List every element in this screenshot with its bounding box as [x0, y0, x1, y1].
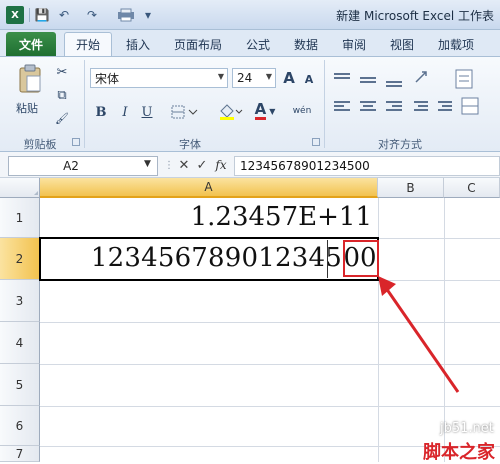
chevron-down-icon[interactable]: ▼ [144, 159, 151, 169]
divider [324, 60, 325, 148]
watermark-site: jb51.net [440, 421, 494, 436]
row-header-5[interactable]: 5 [0, 364, 40, 406]
italic-button[interactable]: I [116, 102, 134, 122]
name-box-value: A2 [63, 159, 79, 173]
redo-icon[interactable]: ↷ [84, 7, 100, 23]
tab-page-layout[interactable]: 页面布局 [166, 32, 230, 56]
row-header-2[interactable]: 2 [0, 238, 40, 280]
row-header-6[interactable]: 6 [0, 406, 40, 446]
grow-font-icon[interactable]: A [280, 68, 298, 88]
format-painter-icon[interactable]: 🖌 [54, 110, 70, 126]
enter-icon[interactable]: ✓ [195, 157, 209, 173]
divider [29, 8, 30, 22]
row-header-7[interactable]: 7 [0, 446, 40, 462]
customize-toolbar-icon[interactable]: ▾ [140, 7, 156, 23]
column-header-a[interactable]: A [40, 178, 378, 198]
row-header-4[interactable]: 4 [0, 322, 40, 364]
tab-addins[interactable]: 加载项 [430, 32, 482, 56]
font-size-value: 24 [237, 71, 253, 85]
quick-print-icon[interactable] [116, 7, 136, 23]
cut-icon[interactable]: ✂ [54, 64, 70, 80]
fill-color-icon[interactable] [216, 102, 246, 122]
save-icon[interactable]: 💾 [34, 7, 50, 23]
undo-icon[interactable]: ↶ [56, 7, 72, 23]
font-color-icon[interactable]: A ▼ [250, 100, 280, 122]
chevron-down-icon: ▼ [217, 72, 224, 81]
cell-a2-value[interactable]: 123456789012345 [42, 243, 342, 273]
copy-icon[interactable]: ⧉ [54, 87, 70, 103]
tab-insert[interactable]: 插入 [118, 32, 158, 56]
underline-button[interactable]: U [138, 102, 156, 122]
font-group-label: 字体 [179, 138, 201, 151]
select-all-corner[interactable] [0, 178, 40, 198]
font-size-select[interactable]: 24 ▼ [232, 68, 276, 88]
watermark-brand: 脚本之家 [423, 442, 495, 463]
excel-logo-icon: X [6, 6, 24, 24]
clipboard-group-label: 剪贴板 [23, 138, 57, 151]
borders-icon[interactable] [168, 102, 200, 122]
name-box[interactable]: A2 [8, 156, 158, 176]
row-header-3[interactable]: 3 [0, 280, 40, 322]
formula-content: 12345678901234500 [240, 159, 370, 173]
column-header-c[interactable]: C [444, 178, 500, 198]
cell-a1[interactable]: 1.23457E+11 [40, 202, 372, 232]
alignment-group-label: 对齐方式 [378, 138, 422, 151]
window-title: 新建 Microsoft Excel 工作表 [336, 9, 494, 23]
chevron-down-icon: ▼ [265, 72, 272, 81]
tab-data[interactable]: 数据 [286, 32, 326, 56]
column-header-b[interactable]: B [378, 178, 444, 198]
font-launcher-icon[interactable] [312, 138, 320, 146]
font-name-value: 宋体 [95, 71, 120, 86]
divider [40, 406, 500, 407]
drag-handle[interactable]: ⋮ [164, 160, 174, 172]
font-name-select[interactable]: 宋体 ▼ [90, 68, 228, 88]
text-cursor [327, 240, 328, 278]
paste-icon[interactable] [14, 62, 46, 96]
row-header-1[interactable]: 1 [0, 198, 40, 238]
alignment-buttons[interactable] [330, 66, 490, 122]
tab-review[interactable]: 审阅 [334, 32, 374, 56]
bold-button[interactable]: B [92, 102, 110, 122]
phonetic-guide-icon[interactable]: wén [286, 100, 318, 122]
cancel-icon[interactable]: ✕ [177, 157, 191, 173]
tab-view[interactable]: 视图 [382, 32, 422, 56]
shrink-font-icon[interactable]: A [300, 70, 318, 88]
arrow-annotation [378, 276, 460, 393]
clipboard-launcher-icon[interactable] [72, 138, 80, 146]
paste-button[interactable]: 粘贴 [16, 100, 38, 116]
tab-file[interactable]: 文件 [6, 32, 56, 56]
tab-home[interactable]: 开始 [64, 32, 112, 56]
chevron-down-icon: ▼ [269, 106, 276, 116]
cell-a2-tail: 00 [343, 243, 377, 273]
divider [84, 60, 85, 148]
insert-function-icon[interactable]: fx [212, 157, 230, 173]
tab-formulas[interactable]: 公式 [238, 32, 278, 56]
font-color-glyph: A [254, 100, 267, 120]
